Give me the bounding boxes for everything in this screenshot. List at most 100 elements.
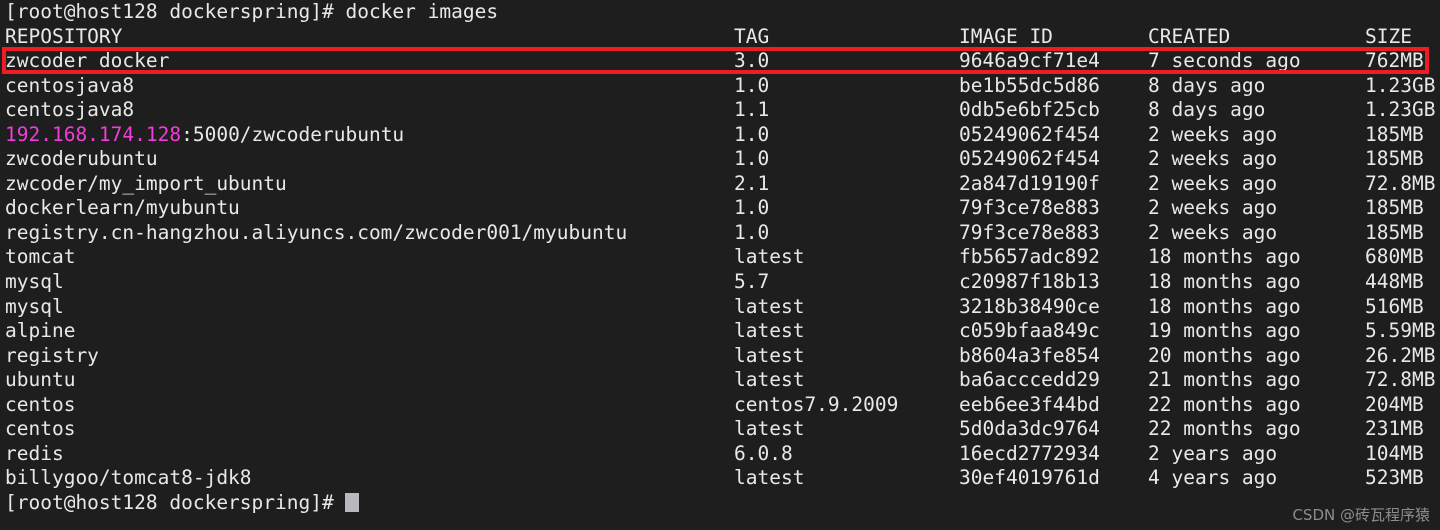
cell-size: 104MB: [1365, 441, 1424, 465]
table-row[interactable]: zwcoder/my_import_ubuntu 2.1 2a847d19190f 2…: [5, 172, 1440, 197]
cell-created: 22 months ago: [1148, 417, 1301, 441]
terminal-cursor: [345, 492, 359, 512]
cell-created: 2 weeks ago: [1148, 220, 1278, 244]
cell-image-id: fb5657adc892: [959, 245, 1100, 269]
cell-created: 8 days ago: [1148, 73, 1266, 97]
table-row[interactable]: 192.168.174.128:5000/zwcoderubuntu 1.0 052…: [5, 123, 1440, 148]
terminal-window[interactable]: [root@host128 dockerspring]# docker imag…: [0, 0, 1440, 530]
cell-created: 2 weeks ago: [1148, 122, 1278, 146]
cell-image-id: 79f3ce78e883: [959, 220, 1100, 244]
table-row[interactable]: dockerlearn/myubuntu 1.0 79f3ce78e883 2 wee…: [5, 196, 1440, 221]
cell-created: 7 seconds ago: [1148, 49, 1301, 73]
cell-tag: 1.0: [734, 196, 770, 220]
cell-tag: 6.0.8: [734, 441, 793, 465]
table-row[interactable]: billygoo/tomcat8-jdk8 latest 30ef4019761d 4…: [5, 466, 1440, 491]
table-header-row: REPOSITORY TAG IMAGE ID CREATED SIZE: [5, 25, 1440, 50]
cell-repository: centos: [5, 417, 76, 441]
table-row[interactable]: centosjava8 1.0 be1b55dc5d86 8 days ago 1.23…: [5, 74, 1440, 99]
cell-tag: latest: [734, 417, 805, 441]
cell-image-id: eeb6ee3f44bd: [959, 392, 1100, 416]
cell-tag: latest: [734, 466, 805, 490]
cell-image-id: 16ecd2772934: [959, 441, 1100, 465]
cell-created: 18 months ago: [1148, 270, 1301, 294]
trailing-prompt-text: [root@host128 dockerspring]#: [5, 490, 346, 514]
table-row[interactable]: centos centos7.9.2009 eeb6ee3f44bd 22 month…: [5, 393, 1440, 418]
table-row[interactable]: zwcoderubuntu 1.0 05249062f454 2 weeks ago 1…: [5, 147, 1440, 172]
cell-created: 21 months ago: [1148, 368, 1301, 392]
cell-tag: latest: [734, 294, 805, 318]
cell-repository: centosjava8: [5, 73, 135, 97]
cell-repository: alpine: [5, 319, 76, 343]
watermark: CSDN @砖瓦程序猿: [1292, 506, 1430, 525]
table-row[interactable]: redis 6.0.8 16ecd2772934 2 years ago 104MB: [5, 442, 1440, 467]
cell-repository: registry: [5, 343, 99, 367]
table-rows: zwcoder_docker 3.0 9646a9cf71e4 7 seconds a…: [5, 49, 1440, 491]
cell-image-id: ba6acccedd29: [959, 368, 1100, 392]
cell-image-id: c059bfaa849c: [959, 319, 1100, 343]
cell-created: 4 years ago: [1148, 466, 1278, 490]
cell-size: 762MB: [1365, 49, 1424, 73]
cell-repository: ubuntu: [5, 368, 76, 392]
cell-image-id: b8604a3fe854: [959, 343, 1100, 367]
cell-repository: 192.168.174.128:5000/zwcoderubuntu: [5, 123, 404, 148]
cell-size: 448MB: [1365, 270, 1424, 294]
cell-created: 22 months ago: [1148, 392, 1301, 416]
header-created: CREATED: [1148, 24, 1231, 48]
header-image-id: IMAGE ID: [959, 24, 1053, 48]
table-row[interactable]: centosjava8 1.1 0db5e6bf25cb 8 days ago 1.23…: [5, 98, 1440, 123]
table-row[interactable]: registry.cn-hangzhou.aliyuncs.com/zwcode…: [5, 221, 1440, 246]
cell-size: 185MB: [1365, 122, 1424, 146]
header-size: SIZE: [1365, 24, 1412, 48]
table-row[interactable]: centos latest 5d0da3dc9764 22 months ago 231…: [5, 417, 1440, 442]
cell-created: 18 months ago: [1148, 245, 1301, 269]
cell-image-id: be1b55dc5d86: [959, 73, 1100, 97]
table-row[interactable]: mysql 5.7 c20987f18b13 18 months ago 448MB: [5, 270, 1440, 295]
cell-image-id: 05249062f454: [959, 147, 1100, 171]
cell-tag: latest: [734, 368, 805, 392]
cell-image-id: 5d0da3dc9764: [959, 417, 1100, 441]
cell-size: 72.8MB: [1365, 368, 1436, 392]
cell-image-id: 05249062f454: [959, 122, 1100, 146]
cell-tag: 1.0: [734, 220, 770, 244]
trailing-prompt-line: [root@host128 dockerspring]#: [5, 491, 1440, 516]
table-row[interactable]: tomcat latest fb5657adc892 18 months ago 680…: [5, 245, 1440, 270]
cell-size: 516MB: [1365, 294, 1424, 318]
cell-created: 2 years ago: [1148, 441, 1278, 465]
table-row[interactable]: mysql latest 3218b38490ce 18 months ago 516M…: [5, 295, 1440, 320]
cell-created: 2 weeks ago: [1148, 196, 1278, 220]
cell-tag: 1.0: [734, 122, 770, 146]
cell-tag: 1.0: [734, 147, 770, 171]
cell-created: 20 months ago: [1148, 343, 1301, 367]
table-row[interactable]: ubuntu latest ba6acccedd29 21 months ago 72.…: [5, 368, 1440, 393]
header-tag: TAG: [734, 24, 770, 48]
table-row[interactable]: registry latest b8604a3fe854 20 months ago 2…: [5, 344, 1440, 369]
cell-image-id: c20987f18b13: [959, 270, 1100, 294]
terminal-output: [root@host128 dockerspring]# docker imag…: [5, 0, 1440, 530]
cell-created: 19 months ago: [1148, 319, 1301, 343]
cell-repository: centos: [5, 392, 76, 416]
cell-size: 231MB: [1365, 417, 1424, 441]
cell-size: 204MB: [1365, 392, 1424, 416]
cell-repository: billygoo/tomcat8-jdk8: [5, 466, 252, 490]
cell-size: 185MB: [1365, 220, 1424, 244]
cell-tag: 5.7: [734, 270, 770, 294]
cell-tag: latest: [734, 319, 805, 343]
cell-image-id: 2a847d19190f: [959, 171, 1100, 195]
cell-image-id: 79f3ce78e883: [959, 196, 1100, 220]
cell-created: 2 weeks ago: [1148, 171, 1278, 195]
cell-size: 72.8MB: [1365, 171, 1436, 195]
cell-repository: redis: [5, 441, 64, 465]
registry-host: 192.168.174.128: [5, 122, 182, 146]
table-row[interactable]: alpine latest c059bfaa849c 19 months ago 5.5…: [5, 319, 1440, 344]
cell-tag: latest: [734, 343, 805, 367]
cell-tag: latest: [734, 245, 805, 269]
command-line: [root@host128 dockerspring]# docker imag…: [5, 0, 499, 23]
cell-tag: 3.0: [734, 49, 770, 73]
cell-image-id: 0db5e6bf25cb: [959, 98, 1100, 122]
cell-repository: registry.cn-hangzhou.aliyuncs.com/zwcode…: [5, 220, 628, 244]
cell-repository: dockerlearn/myubuntu: [5, 196, 240, 220]
table-row[interactable]: zwcoder_docker 3.0 9646a9cf71e4 7 seconds a…: [5, 49, 1440, 74]
cell-created: 8 days ago: [1148, 98, 1266, 122]
cell-image-id: 9646a9cf71e4: [959, 49, 1100, 73]
cell-size: 185MB: [1365, 147, 1424, 171]
